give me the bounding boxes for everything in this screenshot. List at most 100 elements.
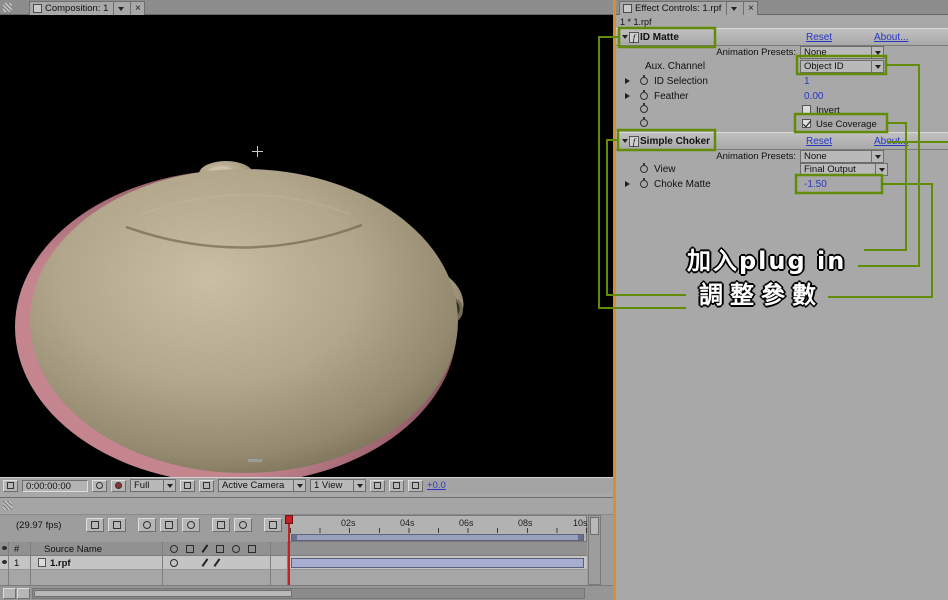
frame-blending-button[interactable] — [160, 518, 178, 532]
view-layout-dropdown[interactable]: 1 View — [310, 479, 366, 492]
column-header-source-name[interactable]: Source Name — [44, 544, 102, 555]
exposure-value[interactable]: +0.0 — [427, 480, 446, 491]
current-time-field[interactable]: 0:00:00:00 — [22, 480, 88, 492]
layer-quality-icon[interactable] — [170, 559, 178, 567]
reset-button[interactable]: Reset — [806, 32, 832, 43]
quality-switch-icon — [170, 545, 178, 553]
scrollbar-thumb[interactable] — [34, 590, 292, 597]
use-coverage-checkbox[interactable] — [802, 119, 811, 128]
chevron-down-icon — [875, 164, 887, 175]
tab-effect-controls[interactable]: Effect Controls: 1.rpf × — [619, 1, 758, 15]
presets-value: None — [804, 47, 871, 58]
property-value[interactable]: -1.50 — [804, 179, 827, 190]
tab-close-button[interactable]: × — [130, 2, 144, 15]
effect-enable-icon[interactable]: f — [629, 136, 639, 147]
property-row-aux-channel: Aux. Channel Object ID — [616, 59, 948, 74]
magnification-dropdown[interactable]: Full — [130, 479, 176, 492]
effect-header-simple-choker[interactable]: f Simple Choker Reset About... — [616, 132, 948, 150]
layer-motion-blur-icon[interactable] — [214, 558, 220, 566]
layer-name[interactable]: 1.rpf — [50, 558, 71, 569]
property-value[interactable]: 1 — [804, 76, 810, 87]
about-button[interactable]: About... — [874, 32, 908, 43]
property-row-invert: Invert — [616, 103, 948, 116]
expander-closed-icon[interactable] — [625, 181, 630, 187]
tab-menu-button[interactable] — [726, 2, 740, 15]
timeline-topstrip — [0, 498, 613, 515]
roi-glyph — [7, 482, 14, 489]
about-button[interactable]: About... — [874, 136, 908, 147]
expand-layer-switches-button[interactable] — [3, 588, 16, 599]
column-divider — [8, 542, 9, 585]
expander-open-icon[interactable] — [622, 139, 628, 143]
live-update-button[interactable] — [86, 518, 104, 532]
invert-checkbox[interactable] — [802, 105, 811, 114]
pixel-aspect-icon[interactable] — [370, 480, 385, 492]
time-ruler[interactable]: 02s 04s 06s 08s 10s — [288, 515, 587, 542]
panel-grip-icon[interactable] — [3, 3, 12, 12]
composition-viewport[interactable] — [0, 15, 613, 477]
expander-closed-icon[interactable] — [625, 78, 630, 84]
fast-preview-icon[interactable] — [389, 480, 404, 492]
expander-closed-icon[interactable] — [625, 93, 630, 99]
work-area-bar[interactable] — [291, 534, 584, 541]
chevron-down-icon — [871, 47, 883, 58]
panel-grip-icon[interactable] — [3, 501, 12, 510]
ruler-tick-label: 06s — [459, 518, 474, 528]
stopwatch-icon[interactable] — [640, 92, 648, 100]
stopwatch-icon[interactable] — [640, 119, 648, 127]
safe-zones-icon[interactable] — [180, 480, 195, 492]
av-features-icon — [2, 546, 7, 550]
effect-header-id-matte[interactable]: f ID Matte Reset About... — [616, 28, 948, 46]
timeline-bottom-bar — [0, 585, 613, 600]
motion-blur-button[interactable] — [182, 518, 200, 532]
tab-composition[interactable]: Composition: 1 × — [29, 1, 145, 15]
layer-breadcrumb: 1 * 1.rpf — [620, 17, 652, 27]
show-channel-icon[interactable] — [111, 480, 126, 492]
property-row-choke-matte: Choke Matte -1.50 — [616, 177, 948, 192]
camera-view-dropdown[interactable]: Active Camera — [218, 479, 306, 492]
timeline-vertical-scrollbar[interactable] — [588, 515, 601, 585]
effect-switch-icon — [186, 545, 194, 553]
snapshot-icon[interactable] — [92, 480, 107, 492]
aux-channel-dropdown[interactable]: Object ID — [800, 60, 884, 73]
stopwatch-icon[interactable] — [640, 77, 648, 85]
tab-menu-button[interactable] — [113, 2, 127, 15]
auto-keyframe-button[interactable] — [234, 518, 252, 532]
stopwatch-icon[interactable] — [640, 180, 648, 188]
graph-editor-glyph — [269, 521, 277, 529]
composition-tabbar: Composition: 1 × — [0, 0, 613, 15]
view-dropdown[interactable]: Final Output — [800, 163, 888, 176]
stopwatch-icon[interactable] — [640, 105, 648, 113]
brainstorm-button[interactable] — [212, 518, 230, 532]
video-eye-icon[interactable] — [2, 560, 7, 564]
after-effects-window: Composition: 1 × — [0, 0, 948, 600]
hide-shy-layers-button[interactable] — [138, 518, 156, 532]
stopwatch-icon[interactable] — [640, 165, 648, 173]
draft-3d-glyph — [113, 521, 121, 529]
viewport-scroll-handle[interactable] — [248, 459, 262, 462]
presets-value: None — [804, 151, 871, 162]
layer-duration-bar[interactable] — [291, 558, 584, 568]
grid-icon[interactable] — [199, 480, 214, 492]
graph-editor-button[interactable] — [264, 518, 282, 532]
expander-open-icon[interactable] — [622, 35, 628, 39]
layer-frame-blend-icon[interactable] — [202, 558, 208, 566]
tab-close-button[interactable]: × — [743, 2, 757, 15]
current-time-indicator[interactable] — [288, 515, 290, 585]
timeline-button-icon[interactable] — [408, 480, 423, 492]
reset-button[interactable]: Reset — [806, 136, 832, 147]
draft-3d-button[interactable] — [108, 518, 126, 532]
active-panel-border[interactable] — [613, 0, 616, 600]
region-of-interest-icon[interactable] — [3, 480, 18, 492]
animation-presets-label: Animation Presets: — [616, 151, 796, 162]
effect-enable-icon[interactable]: f — [629, 32, 639, 43]
timeline-horizontal-scrollbar[interactable] — [32, 588, 585, 599]
timeline-column-header: # Source Name — [0, 542, 587, 556]
property-value[interactable]: 0.00 — [804, 91, 823, 102]
animation-presets-dropdown[interactable]: None — [800, 46, 884, 59]
timeline-toggle-buttons — [86, 518, 282, 532]
scrollbar-thumb[interactable] — [590, 517, 599, 535]
expand-transfer-controls-button[interactable] — [17, 588, 30, 599]
shy-glyph — [143, 521, 151, 529]
cti-handle[interactable] — [285, 515, 293, 524]
